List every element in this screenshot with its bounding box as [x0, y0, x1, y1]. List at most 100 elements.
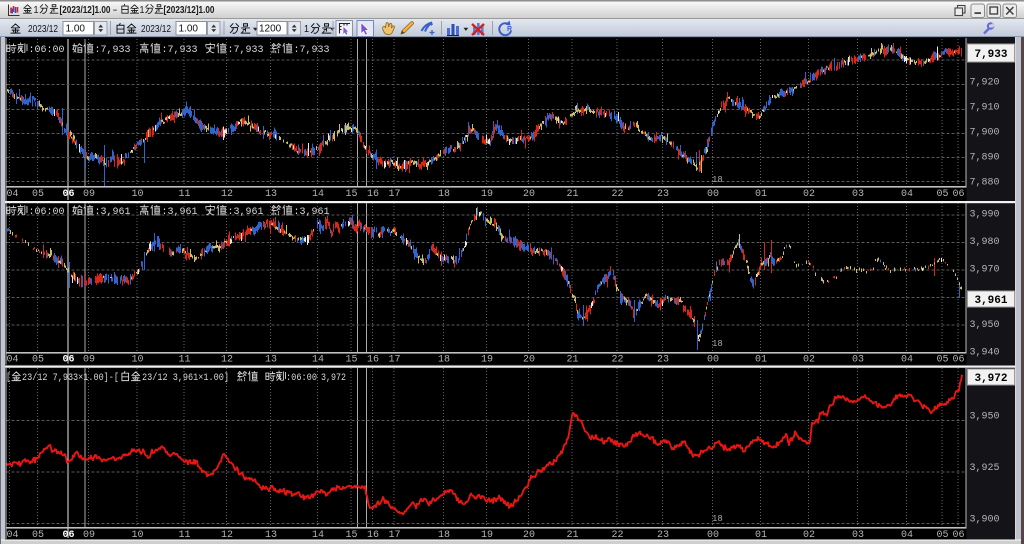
svg-text:3,972: 3,972 — [321, 373, 346, 384]
svg-text:3,990: 3,990 — [970, 210, 1000, 221]
svg-text:19: 19 — [481, 189, 493, 200]
svg-text:03: 03 — [852, 530, 864, 541]
svg-text:3,950: 3,950 — [970, 320, 1000, 331]
svg-text:23/12 7,933×1.00]-[: 23/12 7,933×1.00]-[ — [22, 372, 119, 384]
svg-text:00: 00 — [707, 189, 719, 200]
svg-text::06:00: :06:00 — [29, 207, 65, 218]
svg-text:1.00: 1.00 — [66, 24, 86, 35]
svg-text:15: 15 — [345, 189, 357, 200]
svg-text:22: 22 — [611, 355, 623, 366]
svg-text:20: 20 — [523, 530, 535, 541]
svg-text:11: 11 — [178, 355, 190, 366]
svg-text::06:00: :06:00 — [286, 373, 317, 384]
svg-text:13: 13 — [265, 530, 277, 541]
svg-text::7,933: :7,933 — [294, 45, 330, 56]
svg-text:00: 00 — [707, 530, 719, 541]
svg-text:10: 10 — [131, 355, 143, 366]
svg-text:02: 02 — [803, 530, 815, 541]
svg-text:18: 18 — [438, 530, 450, 541]
svg-text:3,940: 3,940 — [970, 348, 1000, 359]
svg-text:16: 16 — [367, 530, 379, 541]
svg-text:7,933: 7,933 — [974, 49, 1007, 61]
svg-text:10: 10 — [131, 189, 143, 200]
svg-text:23: 23 — [657, 530, 669, 541]
svg-text:04: 04 — [6, 189, 18, 200]
svg-text:22: 22 — [611, 189, 623, 200]
svg-text:13: 13 — [265, 355, 277, 366]
svg-text:3,972: 3,972 — [974, 373, 1007, 385]
svg-text:05: 05 — [32, 189, 44, 200]
svg-text::7,933: :7,933 — [162, 45, 198, 56]
svg-text:06: 06 — [62, 530, 74, 541]
svg-text:06: 06 — [952, 189, 964, 200]
svg-text:21: 21 — [566, 530, 578, 541]
svg-text::06:00: :06:00 — [29, 45, 65, 56]
svg-text:23: 23 — [657, 189, 669, 200]
svg-text:10: 10 — [131, 530, 143, 541]
svg-text:3,980: 3,980 — [970, 237, 1000, 248]
svg-text:21: 21 — [566, 189, 578, 200]
svg-text:R: R — [507, 26, 512, 33]
svg-text:7,880: 7,880 — [970, 178, 1000, 189]
svg-text:15: 15 — [345, 530, 357, 541]
svg-text:04: 04 — [901, 355, 913, 366]
svg-text:17: 17 — [388, 355, 400, 366]
svg-text:04: 04 — [6, 530, 18, 541]
svg-text:7,900: 7,900 — [970, 128, 1000, 139]
svg-text:18: 18 — [438, 189, 450, 200]
svg-text:05: 05 — [936, 189, 948, 200]
svg-text:14: 14 — [312, 189, 324, 200]
svg-text:15: 15 — [345, 355, 357, 366]
svg-text:16: 16 — [367, 355, 379, 366]
svg-text:[: [ — [6, 372, 11, 384]
svg-text::3,961: :3,961 — [95, 207, 131, 218]
svg-text:3,900: 3,900 — [970, 515, 1000, 526]
svg-text:7,920: 7,920 — [970, 78, 1000, 89]
svg-text:23: 23 — [657, 355, 669, 366]
svg-text::7,933: :7,933 — [228, 45, 264, 56]
svg-text:3,970: 3,970 — [970, 265, 1000, 276]
svg-text:14: 14 — [312, 355, 324, 366]
svg-text:20: 20 — [523, 355, 535, 366]
svg-text:22: 22 — [611, 530, 623, 541]
svg-text:18: 18 — [712, 339, 723, 349]
svg-text:09: 09 — [83, 530, 95, 541]
svg-text:06: 06 — [952, 355, 964, 366]
svg-text:03: 03 — [852, 189, 864, 200]
svg-text:7,890: 7,890 — [970, 153, 1000, 164]
svg-text::3,961: :3,961 — [162, 207, 198, 218]
svg-text:1200: 1200 — [259, 24, 282, 35]
svg-text:21: 21 — [566, 355, 578, 366]
svg-text:17: 17 — [388, 530, 400, 541]
svg-text:01: 01 — [755, 530, 767, 541]
svg-text:18: 18 — [712, 514, 723, 524]
svg-text:2023/12: 2023/12 — [28, 23, 58, 35]
svg-text:20: 20 — [523, 189, 535, 200]
svg-text:3,961: 3,961 — [974, 295, 1007, 307]
svg-text:12: 12 — [221, 530, 233, 541]
svg-text:09: 09 — [83, 189, 95, 200]
svg-text:00: 00 — [707, 355, 719, 366]
svg-text:05: 05 — [936, 355, 948, 366]
svg-text:18: 18 — [712, 175, 723, 185]
svg-text:18: 18 — [438, 355, 450, 366]
svg-text:14: 14 — [312, 530, 324, 541]
svg-text:1: 1 — [304, 23, 309, 35]
svg-text:01: 01 — [755, 355, 767, 366]
svg-text::3,961: :3,961 — [228, 207, 264, 218]
svg-text:3,950: 3,950 — [970, 412, 1000, 423]
svg-text:01: 01 — [755, 189, 767, 200]
svg-text:11: 11 — [178, 189, 190, 200]
svg-text:05: 05 — [936, 530, 948, 541]
svg-text:17: 17 — [388, 189, 400, 200]
svg-text:09: 09 — [83, 355, 95, 366]
svg-text::3,961: :3,961 — [294, 207, 330, 218]
svg-text:12: 12 — [221, 189, 233, 200]
svg-text:03: 03 — [852, 355, 864, 366]
svg-text:05: 05 — [32, 530, 44, 541]
svg-text:05: 05 — [32, 355, 44, 366]
svg-text:13: 13 — [265, 189, 277, 200]
svg-text:04: 04 — [901, 189, 913, 200]
svg-text:06: 06 — [62, 355, 74, 366]
svg-text:12: 12 — [221, 355, 233, 366]
